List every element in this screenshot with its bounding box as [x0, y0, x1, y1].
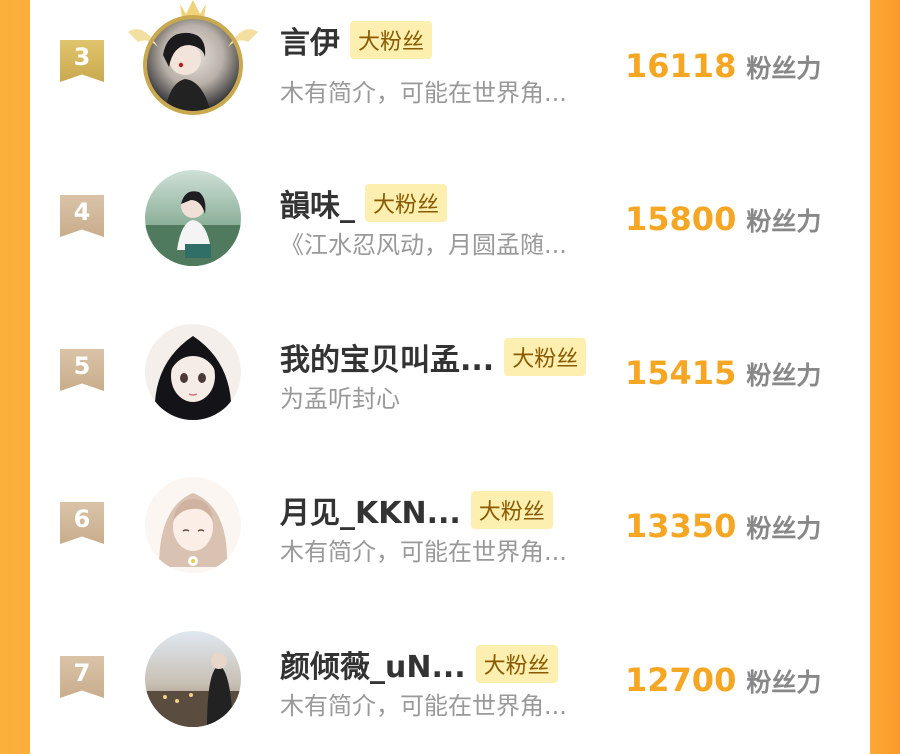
- avatar[interactable]: [145, 324, 241, 420]
- score-unit: 粉丝力: [746, 207, 822, 236]
- score-number: 16118: [625, 47, 737, 85]
- list-item[interactable]: 4 韻味_ 大粉丝 《江水忍风动，月圆孟随... 15800 粉丝力: [30, 143, 870, 293]
- fan-badge: 大粉丝: [504, 338, 587, 376]
- rank-badge: 7: [60, 656, 104, 698]
- user-name-line: 月见_KKN... 大粉丝: [280, 488, 553, 532]
- rank-badge: 6: [60, 502, 104, 544]
- rank-badge: 4: [60, 195, 104, 237]
- score-unit: 粉丝力: [746, 668, 822, 697]
- user-name[interactable]: 月见_KKN...: [280, 488, 461, 532]
- rank-badge: 3: [60, 40, 104, 82]
- fan-badge: 大粉丝: [365, 184, 448, 222]
- rank-number: 4: [73, 198, 91, 226]
- rank-badge: 5: [60, 349, 104, 391]
- score-unit: 粉丝力: [746, 514, 822, 543]
- user-name-line: 我的宝贝叫孟... 大粉丝: [280, 335, 587, 379]
- avatar[interactable]: [145, 477, 241, 573]
- avatar-image: [145, 477, 241, 573]
- avatar-image: [145, 631, 241, 727]
- user-bio: 为孟听封心: [280, 385, 400, 413]
- avatar[interactable]: [145, 631, 241, 727]
- fan-score: 16118 粉丝力: [625, 47, 821, 85]
- list-item[interactable]: 6 月见_KKN... 大粉丝 木有简介，可能在世界角... 13350 粉丝力: [30, 450, 870, 600]
- user-name[interactable]: 韻味_: [280, 181, 355, 225]
- user-bio: 木有简介，可能在世界角...: [280, 538, 567, 566]
- rank-number: 5: [73, 352, 91, 380]
- score-unit: 粉丝力: [746, 361, 822, 390]
- rank-number: 3: [73, 43, 91, 71]
- user-name[interactable]: 颜倾薇_uN...: [280, 642, 466, 686]
- user-name-line: 言伊 大粉丝: [280, 18, 433, 62]
- score-number: 13350: [625, 507, 737, 545]
- avatar-image: [145, 324, 241, 420]
- score-number: 15800: [625, 200, 737, 238]
- fan-badge: 大粉丝: [475, 645, 558, 683]
- fan-score: 12700 粉丝力: [625, 661, 821, 699]
- score-unit: 粉丝力: [746, 54, 822, 83]
- avatar[interactable]: [128, 0, 258, 115]
- list-item[interactable]: 7 颜倾薇_uN... 大粉丝 木有简介，可能在世界角... 12700 粉丝力: [30, 604, 870, 754]
- score-number: 12700: [625, 661, 737, 699]
- fan-score: 13350 粉丝力: [625, 507, 821, 545]
- rank-number: 6: [73, 505, 91, 533]
- fan-badge: 大粉丝: [350, 21, 433, 59]
- list-item[interactable]: 5 我的宝贝叫孟... 大粉丝 为孟听封心 15415 粉丝力: [30, 297, 870, 447]
- avatar-image: [145, 170, 241, 266]
- rank-number: 7: [73, 659, 91, 687]
- user-bio: 木有简介，可能在世界角...: [280, 692, 567, 720]
- user-name-line: 颜倾薇_uN... 大粉丝: [280, 642, 558, 686]
- fan-score: 15800 粉丝力: [625, 200, 821, 238]
- user-name[interactable]: 言伊: [280, 18, 340, 62]
- avatar[interactable]: [145, 170, 241, 266]
- fan-score: 15415 粉丝力: [625, 354, 821, 392]
- fan-badge: 大粉丝: [470, 491, 553, 529]
- score-number: 15415: [625, 354, 737, 392]
- user-bio: 木有简介，可能在世界角...: [280, 79, 567, 107]
- user-name-line: 韻味_ 大粉丝: [280, 181, 448, 225]
- user-name[interactable]: 我的宝贝叫孟...: [280, 335, 494, 379]
- fan-ranking-panel: 3 言伊 大粉丝 木有简介，可能在世界角... 16118 粉丝力 4 韻味_ …: [30, 0, 870, 727]
- user-bio: 《江水忍风动，月圆孟随...: [280, 231, 567, 259]
- list-item[interactable]: 3 言伊 大粉丝 木有简介，可能在世界角... 16118 粉丝力: [30, 0, 870, 140]
